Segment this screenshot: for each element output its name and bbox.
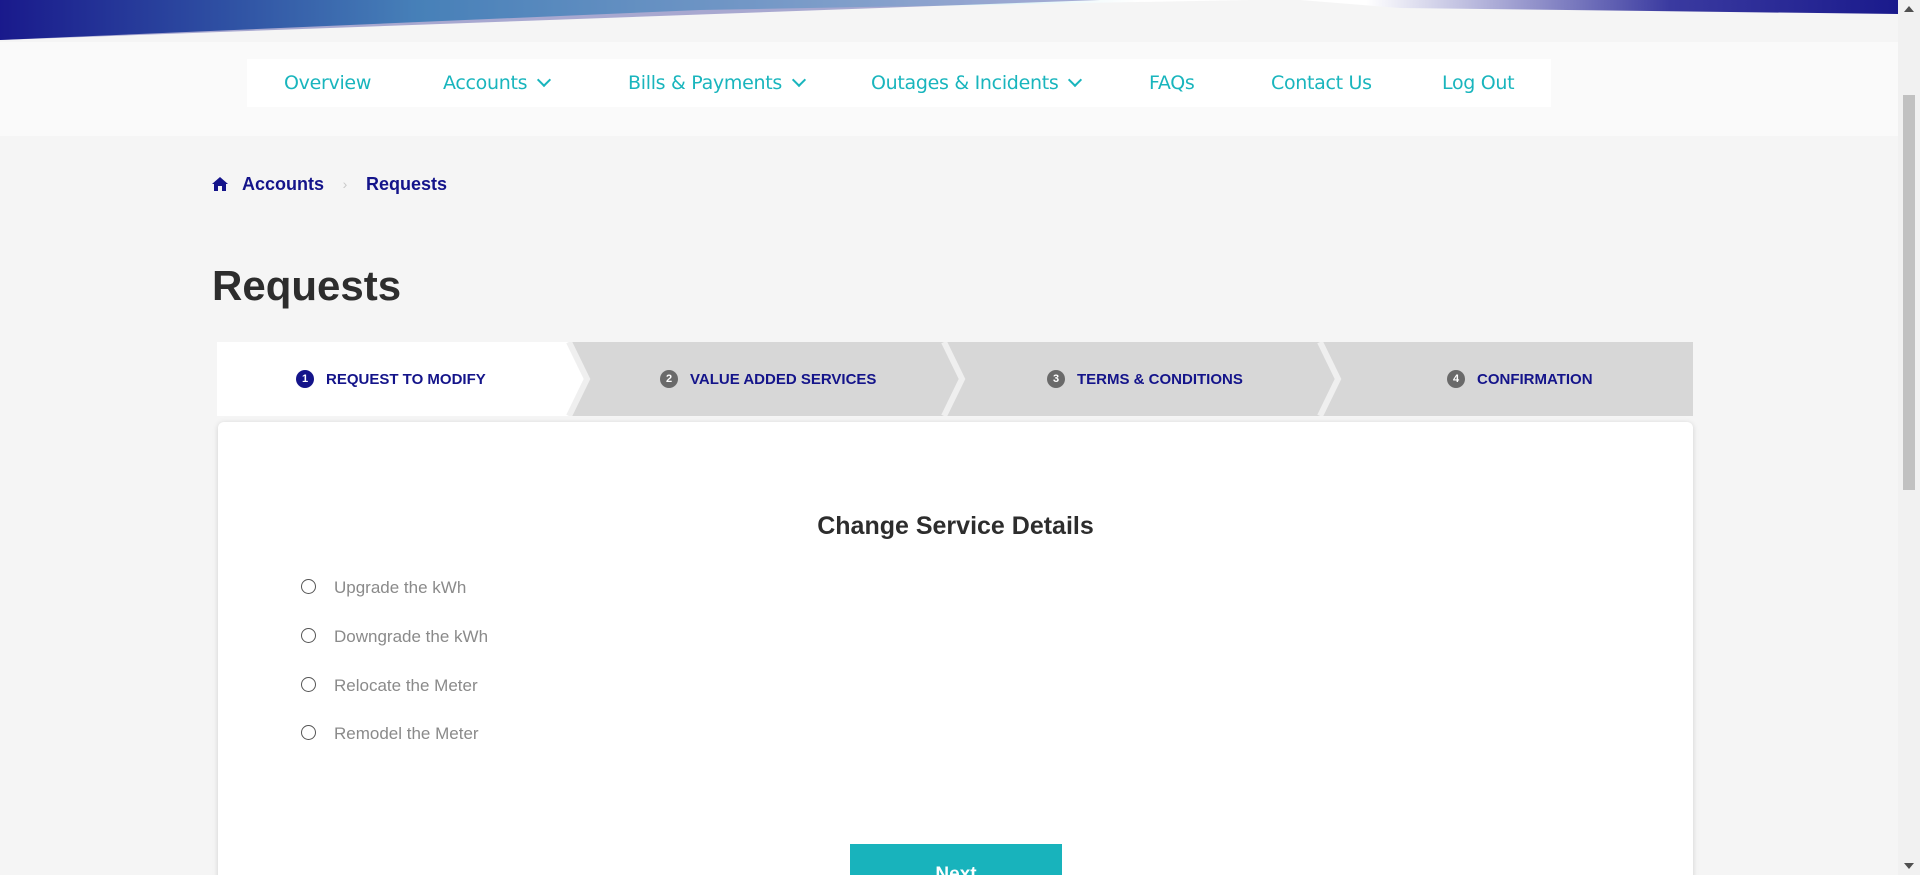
step-number: 2: [660, 370, 678, 388]
scroll-up-arrow-icon[interactable]: [1904, 6, 1914, 12]
site-header: Overview Accounts Bills & Payments Outag…: [0, 42, 1898, 136]
page-title: Requests: [212, 262, 402, 309]
chevron-down-icon: [1068, 72, 1083, 88]
step-label: TERMS & CONDITIONS: [1077, 370, 1243, 388]
nav-overview[interactable]: Overview: [284, 59, 371, 107]
nav-accounts-label: Accounts: [443, 72, 528, 94]
main-nav: Overview Accounts Bills & Payments Outag…: [247, 59, 1551, 107]
chevron-down-icon: [537, 72, 552, 88]
nav-log-out[interactable]: Log Out: [1442, 59, 1515, 107]
option-upgrade-kwh[interactable]: Upgrade the kWh: [301, 578, 466, 598]
nav-overview-label: Overview: [284, 72, 372, 94]
chevron-down-icon: [791, 72, 807, 88]
next-button[interactable]: Next: [850, 844, 1062, 875]
step-label: CONFIRMATION: [1477, 370, 1593, 388]
card-title: Change Service Details: [817, 512, 1094, 540]
step-number: 4: [1447, 370, 1465, 388]
radio-button[interactable]: [301, 724, 316, 740]
option-label: Downgrade the kWh: [334, 627, 489, 646]
step-number: 1: [296, 370, 314, 388]
breadcrumb-item-accounts[interactable]: Accounts: [242, 174, 324, 195]
top-decorative-band: [0, 0, 1898, 40]
nav-faqs[interactable]: FAQs: [1149, 59, 1195, 107]
option-relocate-meter[interactable]: Relocate the Meter: [301, 676, 478, 696]
step-request-to-modify: 1 REQUEST TO MODIFY: [296, 342, 486, 416]
nav-accounts[interactable]: Accounts: [443, 59, 552, 107]
step-label: REQUEST TO MODIFY: [326, 370, 486, 388]
radio-button[interactable]: [301, 676, 316, 692]
page-scrollbar[interactable]: [1898, 0, 1920, 875]
radio-button[interactable]: [301, 627, 316, 643]
option-remodel-meter[interactable]: Remodel the Meter: [301, 724, 479, 744]
step-terms-conditions: 3 TERMS & CONDITIONS: [1047, 342, 1243, 416]
option-downgrade-kwh[interactable]: Downgrade the kWh: [301, 627, 488, 647]
home-icon[interactable]: [212, 177, 228, 191]
step-confirmation: 4 CONFIRMATION: [1447, 342, 1593, 416]
progress-stepper: 1 REQUEST TO MODIFY 2 VALUE ADDED SERVIC…: [217, 342, 1693, 416]
step-number: 3: [1047, 370, 1065, 388]
nav-log-out-label: Log Out: [1442, 72, 1515, 94]
request-form-card: Change Service Details Upgrade the kWh D…: [218, 422, 1693, 875]
option-label: Relocate the Meter: [334, 676, 478, 695]
breadcrumb: Accounts › Requests: [212, 172, 447, 196]
breadcrumb-item-requests: Requests: [366, 173, 448, 194]
step-label: VALUE ADDED SERVICES: [690, 370, 877, 388]
nav-bills-payments-label: Bills & Payments: [628, 72, 782, 94]
nav-bills-payments[interactable]: Bills & Payments: [628, 59, 807, 107]
breadcrumb-separator: ›: [342, 176, 348, 192]
radio-button[interactable]: [301, 578, 316, 594]
nav-contact-us[interactable]: Contact Us: [1271, 59, 1372, 107]
nav-faqs-label: FAQs: [1149, 72, 1195, 94]
scroll-down-arrow-icon[interactable]: [1904, 863, 1914, 869]
step-value-added-services: 2 VALUE ADDED SERVICES: [660, 342, 876, 416]
nav-contact-us-label: Contact Us: [1271, 72, 1372, 94]
option-label: Remodel the Meter: [334, 724, 479, 743]
nav-outages-incidents[interactable]: Outages & Incidents: [871, 59, 1083, 107]
scrollbar-thumb[interactable]: [1903, 95, 1915, 490]
option-label: Upgrade the kWh: [334, 578, 467, 597]
nav-outages-incidents-label: Outages & Incidents: [871, 72, 1059, 94]
